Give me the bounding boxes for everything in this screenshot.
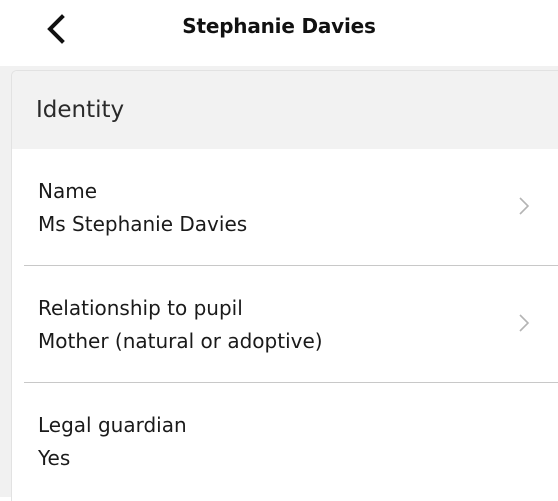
page-title: Stephanie Davies (182, 14, 376, 38)
chevron-right-icon (519, 197, 530, 215)
legal-guardian-row: Legal guardian Yes (12, 383, 558, 500)
identity-card: Identity Name Ms Stephanie Davies Relati… (11, 70, 558, 501)
row-label: Legal guardian (38, 413, 187, 437)
row-value: Ms Stephanie Davies (38, 212, 248, 236)
row-value: Yes (38, 446, 71, 470)
row-label: Relationship to pupil (38, 296, 243, 320)
chevron-right-icon (519, 314, 530, 332)
section-title: Identity (36, 97, 125, 123)
name-row[interactable]: Name Ms Stephanie Davies (12, 149, 558, 266)
row-value: Mother (natural or adoptive) (38, 329, 323, 353)
row-label: Name (38, 179, 98, 203)
content-area: Identity Name Ms Stephanie Davies Relati… (0, 66, 558, 501)
relationship-row[interactable]: Relationship to pupil Mother (natural or… (12, 266, 558, 383)
section-header: Identity (12, 71, 558, 149)
navigation-bar: Stephanie Davies (0, 0, 558, 62)
